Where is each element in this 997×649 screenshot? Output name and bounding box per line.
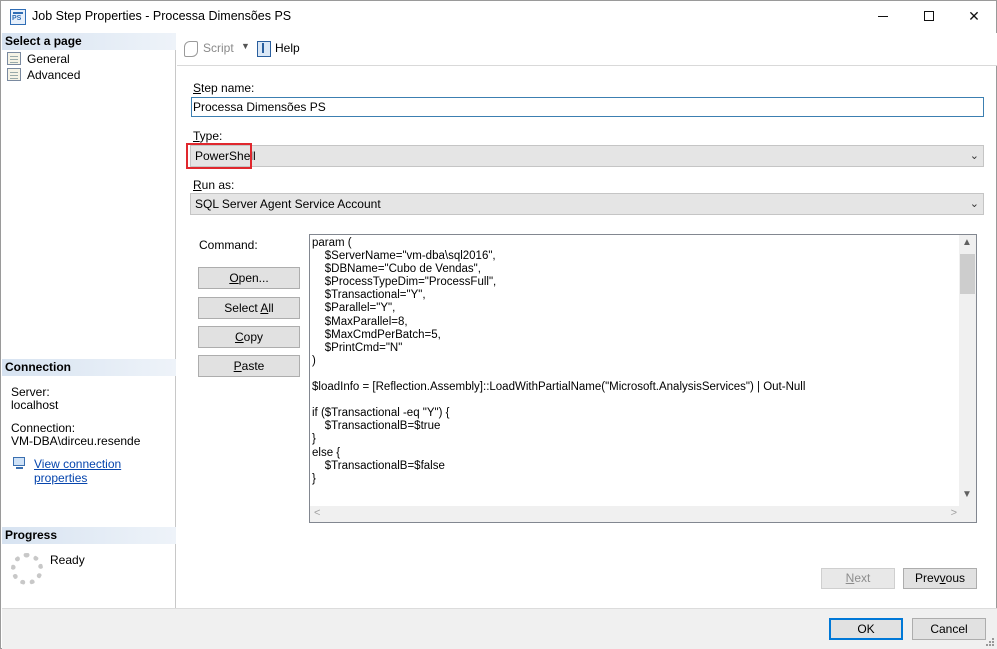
select-all-button[interactable]: Select All: [198, 297, 300, 319]
minimize-icon: [878, 16, 888, 17]
type-select[interactable]: PowerShell ⌄: [190, 145, 984, 167]
page-general-label: General: [27, 52, 70, 66]
command-editor[interactable]: param ( $ServerName="vm-dba\sql2016", $D…: [309, 234, 977, 523]
type-highlight-box: [186, 143, 252, 169]
chevron-down-icon: ⌄: [969, 150, 979, 162]
help-icon: [255, 40, 271, 57]
window-title: Job Step Properties - Processa Dimensões…: [32, 9, 292, 23]
copy-button[interactable]: Copy: [198, 326, 300, 348]
previous-button[interactable]: Prevvous: [903, 568, 977, 589]
cancel-button[interactable]: Cancel: [912, 618, 986, 640]
title-bar: Job Step Properties - Processa Dimensões…: [1, 1, 996, 32]
resize-grip-icon[interactable]: [985, 637, 995, 647]
progress-status: Ready: [50, 553, 85, 567]
connection-value: VM-DBA\dirceu.resende: [11, 434, 141, 448]
maximize-button[interactable]: [906, 1, 952, 32]
script-icon: [183, 40, 199, 57]
ok-button[interactable]: OK: [829, 618, 903, 640]
progress-header: Progress: [2, 527, 176, 544]
page-icon: [7, 52, 21, 65]
step-name-input[interactable]: Processa Dimensões PS: [191, 97, 984, 117]
maximize-icon: [924, 11, 934, 21]
scroll-down-icon[interactable]: ▼: [962, 489, 972, 500]
scrollbar-corner: [959, 506, 976, 522]
command-text[interactable]: param ( $ServerName="vm-dba\sql2016", $D…: [312, 237, 957, 505]
page-general[interactable]: General: [5, 51, 70, 67]
progress-spinner-icon: [11, 553, 43, 585]
view-connection-properties-link[interactable]: View connection properties: [34, 457, 175, 485]
next-button[interactable]: Next: [821, 568, 895, 589]
script-label: Script: [203, 41, 234, 55]
step-name-label: Step name:: [193, 81, 255, 95]
type-label: Type:: [193, 129, 223, 143]
horizontal-scrollbar[interactable]: < >: [310, 506, 961, 522]
connection-properties-icon: [11, 457, 28, 471]
page-advanced-label: Advanced: [27, 68, 81, 82]
connection-header: Connection: [2, 359, 176, 376]
run-as-selected-value: SQL Server Agent Service Account: [195, 197, 381, 211]
minimize-button[interactable]: [860, 1, 906, 32]
close-icon: ✕: [968, 8, 980, 24]
script-dropdown-icon[interactable]: ▼: [241, 41, 250, 51]
page-icon: [7, 68, 21, 81]
run-as-label: Run as:: [193, 178, 235, 192]
close-button[interactable]: ✕: [951, 1, 997, 32]
scroll-right-icon[interactable]: >: [951, 507, 957, 519]
help-label: Help: [275, 41, 300, 55]
chevron-down-icon: ⌄: [969, 198, 979, 210]
job-step-properties-window: Job Step Properties - Processa Dimensões…: [0, 0, 997, 649]
page-advanced[interactable]: Advanced: [5, 67, 80, 83]
scroll-thumb[interactable]: [960, 254, 975, 294]
toolbar: Script ▼ Help: [177, 33, 997, 66]
scroll-left-icon[interactable]: <: [314, 507, 320, 519]
open-button[interactable]: Open...: [198, 267, 300, 289]
scroll-up-icon[interactable]: ▲: [962, 237, 972, 248]
select-page-header: Select a page: [2, 33, 176, 50]
vertical-scrollbar[interactable]: ▲ ▼: [959, 235, 976, 506]
script-button[interactable]: Script: [183, 40, 234, 57]
run-as-select[interactable]: SQL Server Agent Service Account ⌄: [190, 193, 984, 215]
help-button[interactable]: Help: [255, 40, 300, 57]
paste-button[interactable]: Paste: [198, 355, 300, 377]
powershell-app-icon: [10, 9, 26, 25]
command-label: Command:: [199, 238, 258, 252]
server-value: localhost: [11, 398, 59, 412]
left-panel: Select a page General Advanced Connectio…: [2, 33, 176, 608]
